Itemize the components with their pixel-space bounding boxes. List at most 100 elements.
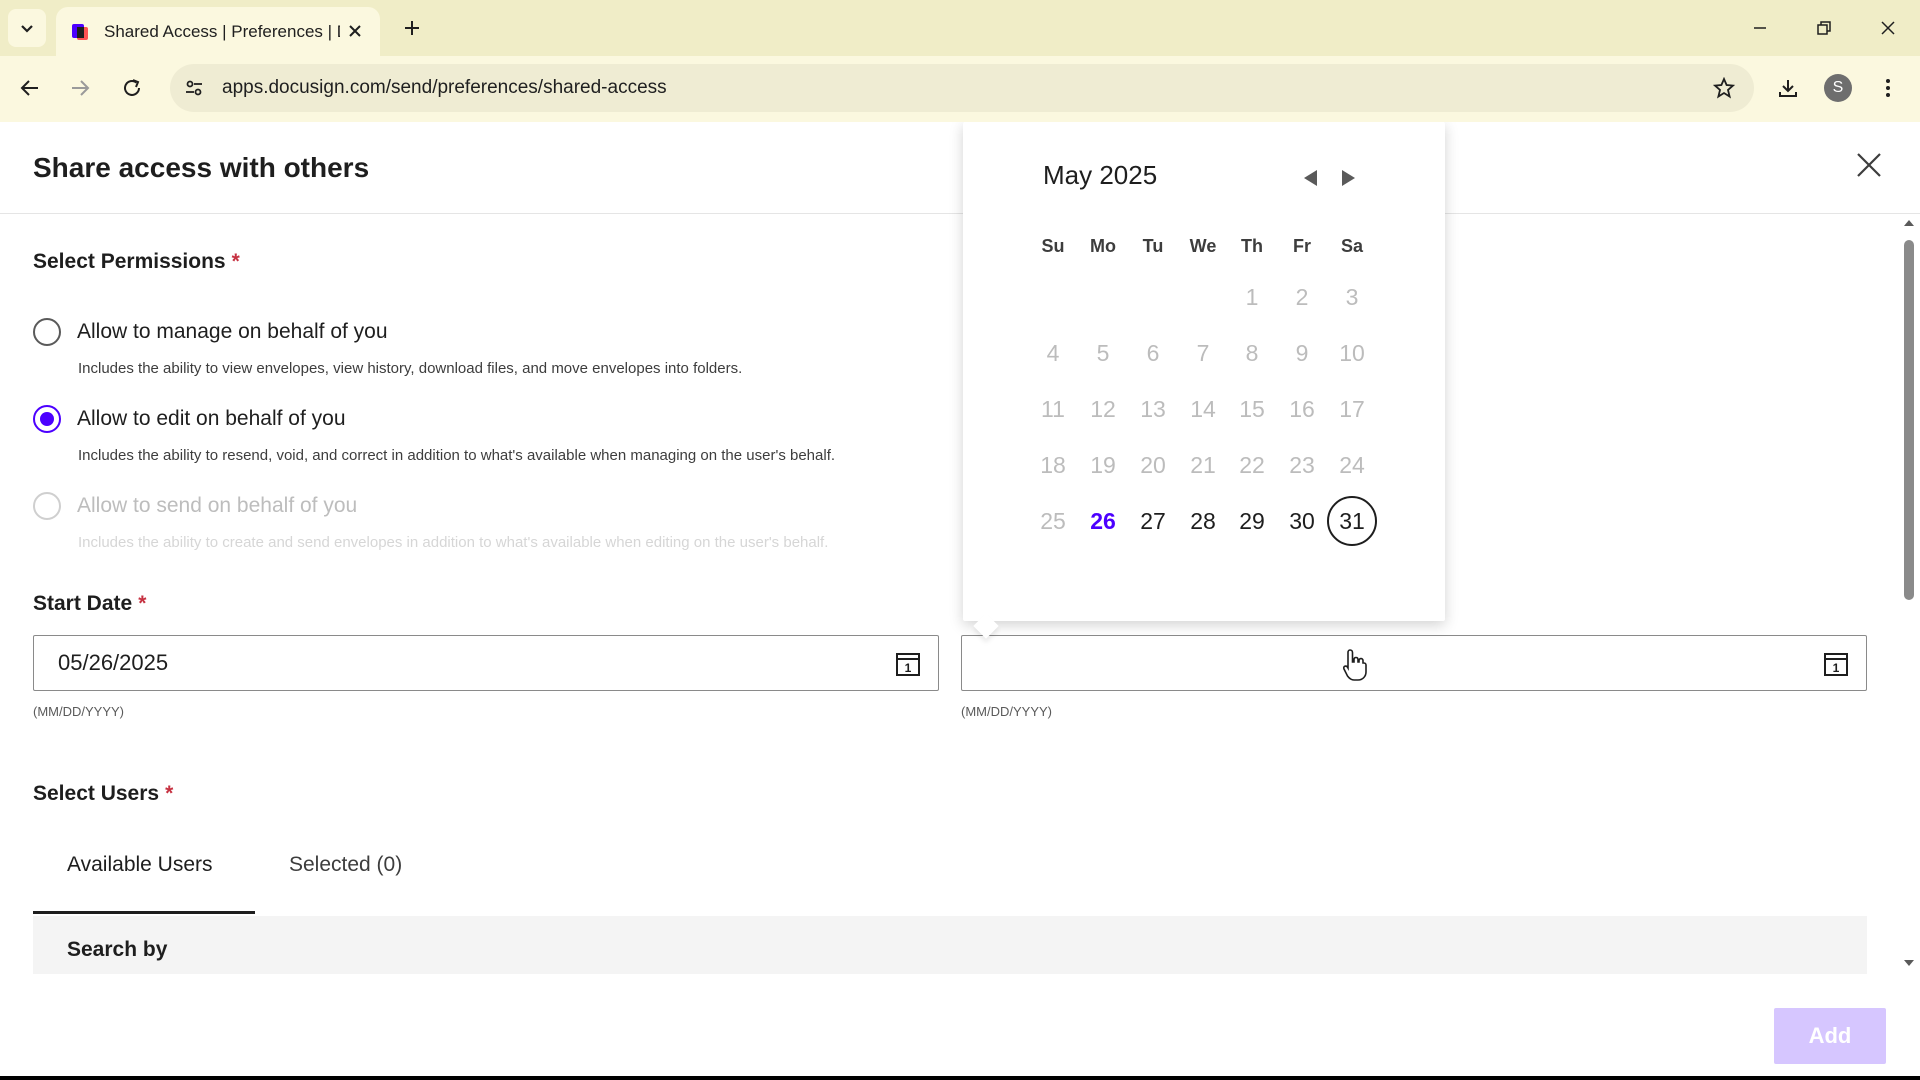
search-by-label: Search by (67, 938, 168, 961)
modal-header: Share access with others (0, 122, 1920, 214)
radio-send-label: Allow to send on behalf of you (77, 494, 358, 517)
reload-icon[interactable] (114, 70, 150, 106)
weekday-we: We (1189, 236, 1217, 256)
svg-text:1: 1 (905, 661, 912, 675)
browser-tab-bar: Shared Access | Preferences | D (0, 0, 1920, 56)
next-month-icon[interactable] (1335, 164, 1363, 192)
calendar-day: 13 (1140, 395, 1166, 422)
calendar-day: 18 (1040, 451, 1066, 478)
calendar-day: 7 (1196, 339, 1210, 366)
forward-arrow-icon[interactable] (62, 70, 98, 106)
share-access-modal: Share access with others Select Permissi… (0, 122, 1920, 1076)
end-date-format-hint: (MM/DD/YYYY) (961, 704, 1052, 719)
start-date-format-hint: (MM/DD/YYYY) (33, 704, 124, 719)
calendar-day[interactable]: 28 (1178, 496, 1228, 546)
chevron-down-icon (21, 25, 33, 33)
add-button[interactable]: Add (1774, 1008, 1886, 1064)
modal-title: Share access with others (33, 152, 370, 183)
calendar-icon[interactable]: 1 (1822, 650, 1850, 678)
calendar-day: 25 (1040, 507, 1066, 534)
calendar-day: 6 (1146, 339, 1160, 366)
tab-title: Shared Access | Preferences | D (104, 21, 340, 41)
calendar-day: 12 (1090, 395, 1116, 422)
calendar-month-label: May 2025 (1043, 160, 1158, 190)
weekday-mo: Mo (1090, 236, 1116, 256)
calendar-day: 20 (1140, 451, 1166, 478)
calendar-day: 2 (1295, 283, 1309, 310)
calendar-icon[interactable]: 1 (894, 650, 922, 678)
calendar-day: 21 (1190, 451, 1216, 478)
bottom-edge (0, 1076, 1920, 1080)
scroll-down-arrow-icon[interactable] (1903, 958, 1915, 968)
modal-footer: Add (0, 974, 1920, 1076)
radio-manage[interactable]: Allow to manage on behalf of you (33, 318, 388, 346)
scrollbar-thumb[interactable] (1904, 240, 1914, 600)
previous-month-icon[interactable] (1296, 164, 1324, 192)
required-asterisk: * (165, 782, 174, 805)
profile-avatar[interactable]: S (1820, 70, 1856, 106)
url-text: apps.docusign.com/send/preferences/share… (222, 77, 667, 98)
back-arrow-icon[interactable] (12, 70, 48, 106)
radio-send: Allow to send on behalf of you (33, 492, 357, 520)
new-tab-plus-icon[interactable] (396, 12, 428, 44)
calendar-day: 5 (1096, 339, 1110, 366)
window-close-icon[interactable] (1866, 8, 1910, 48)
start-date-input[interactable]: 05/26/2025 1 (33, 635, 939, 691)
radio-manage-label: Allow to manage on behalf of you (77, 320, 388, 343)
radio-send-circle (33, 492, 61, 520)
kebab-menu-icon[interactable] (1870, 70, 1906, 106)
minimize-icon[interactable] (1738, 8, 1782, 48)
calendar-day: 14 (1190, 395, 1216, 422)
calendar-day: 11 (1041, 395, 1065, 422)
start-date-value: 05/26/2025 (58, 650, 169, 675)
calendar-day[interactable]: 30 (1277, 496, 1327, 546)
bookmark-star-icon[interactable] (1706, 70, 1742, 106)
docusign-favicon-icon (72, 23, 88, 40)
weekday-tu: Tu (1142, 236, 1164, 256)
calendar-day: 15 (1239, 395, 1265, 422)
calendar-day: 24 (1339, 451, 1365, 478)
radio-manage-description: Includes the ability to view envelopes, … (78, 360, 743, 377)
download-icon[interactable] (1770, 70, 1806, 106)
browser-toolbar: apps.docusign.com/send/preferences/share… (0, 56, 1920, 122)
calendar-day: 9 (1295, 339, 1309, 366)
calendar-day[interactable]: 26 (1078, 496, 1128, 546)
end-date-input[interactable]: 1 (961, 635, 1867, 691)
address-bar[interactable]: apps.docusign.com/send/preferences/share… (170, 64, 1754, 112)
scrollbar[interactable] (1898, 214, 1920, 974)
calendar-day: 19 (1090, 451, 1116, 478)
radio-edit-label: Allow to edit on behalf of you (77, 407, 346, 430)
start-date-label: Start Date * (33, 592, 146, 616)
weekday-fr: Fr (1293, 236, 1311, 256)
weekday-su: Su (1041, 236, 1065, 256)
calendar-day[interactable]: 31 (1327, 496, 1377, 546)
browser-tab-active[interactable]: Shared Access | Preferences | D (56, 7, 380, 56)
site-info-icon[interactable] (176, 70, 212, 106)
profile-initial: S (1824, 74, 1852, 102)
tab-available-users[interactable]: Available Users (67, 842, 213, 888)
tab-search-button[interactable] (8, 9, 46, 47)
tab-selected-users[interactable]: Selected (0) (289, 842, 402, 888)
radio-edit-circle[interactable] (33, 405, 61, 433)
modal-close-icon[interactable] (1852, 148, 1886, 182)
start-date-label-text: Start Date (33, 592, 133, 615)
calendar-day[interactable]: 29 (1227, 496, 1277, 546)
calendar-day: 4 (1046, 339, 1060, 366)
required-asterisk: * (138, 592, 147, 615)
calendar-day[interactable]: 27 (1128, 496, 1178, 546)
radio-manage-circle[interactable] (33, 318, 61, 346)
date-picker-popup: May 2025 Su Mo Tu We Th Fr Sa 1 2 3 4 5 6 7 8 9 10 11 12 1… (963, 122, 1445, 639)
select-users-label: Select Users * (33, 782, 173, 806)
calendar-day: 16 (1289, 395, 1315, 422)
scroll-up-arrow-icon[interactable] (1903, 218, 1915, 228)
permissions-label: Select Permissions * (33, 250, 240, 274)
restore-icon[interactable] (1802, 8, 1846, 48)
calendar-day: 8 (1245, 339, 1259, 366)
active-tab-underline (33, 911, 255, 914)
radio-edit[interactable]: Allow to edit on behalf of you (33, 405, 346, 433)
radio-selected-dot (40, 412, 54, 426)
tab-close-icon[interactable] (344, 20, 366, 42)
calendar-day: 3 (1345, 283, 1359, 310)
select-users-label-text: Select Users (33, 782, 160, 805)
hand-cursor-icon (1342, 649, 1367, 681)
